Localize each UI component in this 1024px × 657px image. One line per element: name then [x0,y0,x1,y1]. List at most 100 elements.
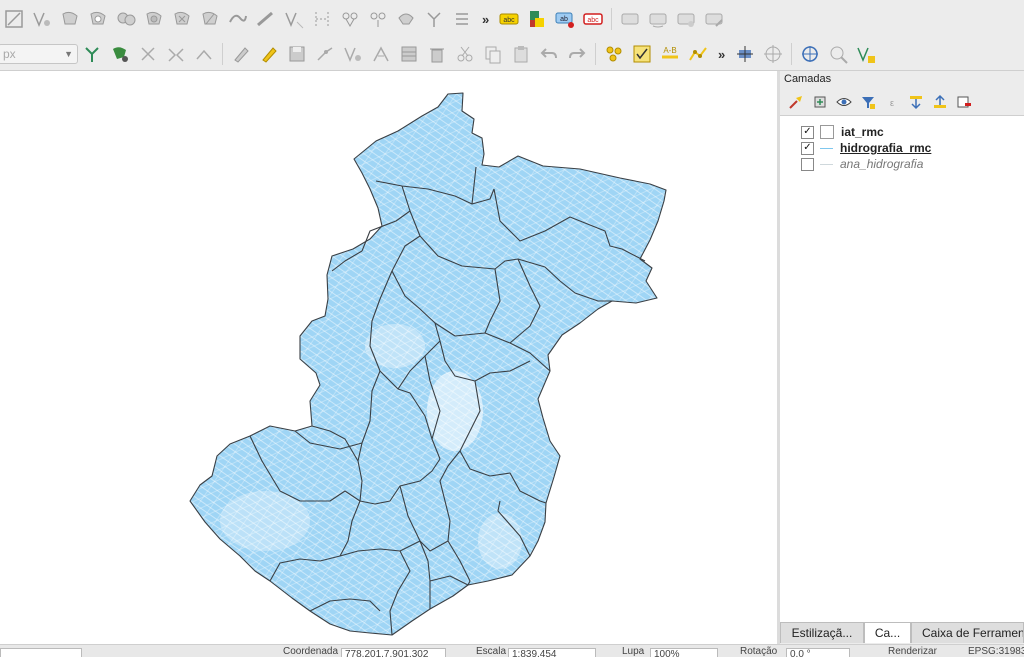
toggle-edit-icon[interactable] [257,42,281,66]
add-ring-icon[interactable] [86,7,110,31]
layer-name: iat_rmc [841,125,884,139]
label-props-icon[interactable] [702,7,726,31]
label-tool-icon[interactable]: abc [497,7,521,31]
toolbar-more-button[interactable]: » [718,47,725,62]
change-label-icon[interactable] [674,7,698,31]
select-ab-icon[interactable]: A-B [658,42,682,66]
rotate-point-icon[interactable] [394,7,418,31]
add-vector-point-icon[interactable] [854,42,878,66]
toolbar-more-button[interactable]: » [482,12,489,27]
delete-ring-icon[interactable] [170,7,194,31]
layer-visibility-checkbox[interactable]: ✓ [801,125,814,139]
visibility-eye-icon[interactable] [834,92,854,112]
filter-expression-icon[interactable]: ε [882,92,902,112]
panel-tabs: Estilizaçã... Ca... Caixa de Ferrament [780,622,1024,644]
redo-icon[interactable] [565,42,589,66]
render-label[interactable]: Renderizar [888,646,937,657]
polygon-symbol-icon [820,125,834,139]
select-features-icon[interactable] [602,42,626,66]
georeference-icon[interactable] [798,42,822,66]
rotate-label-icon[interactable] [646,7,670,31]
cut-features-icon[interactable] [453,42,477,66]
crs-label[interactable]: EPSG:31983 [968,646,1024,657]
tab-styling[interactable]: Estilizaçã... [780,622,864,643]
edit-pencil-icon[interactable] [229,42,253,66]
select-line-icon[interactable] [686,42,710,66]
unit-combo[interactable]: px ▼ [0,44,78,64]
snap-icon[interactable] [80,42,104,66]
svg-text:A-B: A-B [663,46,676,55]
save-edits-icon[interactable] [285,42,309,66]
chevron-down-icon: ▼ [64,49,73,59]
paste-features-icon[interactable] [509,42,533,66]
svg-text:abc: abc [504,17,516,24]
split-parts-icon[interactable] [310,7,334,31]
layer-row-ana-hidrografia[interactable]: ana_hidrografia [780,156,1024,172]
cut-lines-icon[interactable] [136,42,160,66]
attribute-table-icon[interactable] [397,42,421,66]
add-polygon-icon[interactable] [341,42,365,66]
collapse-all-icon[interactable] [930,92,950,112]
add-group-icon[interactable] [810,92,830,112]
map-render[interactable] [0,71,777,644]
vertex-tool-icon[interactable] [369,42,393,66]
trim-icon[interactable] [164,42,188,66]
crosshair-icon[interactable] [761,42,785,66]
layers-panel-title: Camadas [784,73,832,85]
layer-visibility-checkbox[interactable]: ✓ [801,141,814,155]
digitize-icon[interactable] [2,7,26,31]
delete-selected-icon[interactable] [425,42,449,66]
highlight-label-icon[interactable]: abc [581,7,605,31]
line-symbol-icon [820,147,833,149]
merge-attributes-icon[interactable] [366,7,390,31]
reshape-icon[interactable] [226,7,250,31]
node-tool-icon[interactable] [58,7,82,31]
toolbar-separator [595,43,596,65]
layer-visibility-checkbox[interactable] [801,157,814,171]
extend-icon[interactable] [192,42,216,66]
style-manager-icon[interactable] [786,92,806,112]
add-point-icon[interactable] [826,42,850,66]
fill-ring-icon[interactable] [142,7,166,31]
tab-layers[interactable]: Ca... [864,622,911,643]
undo-icon[interactable] [537,42,561,66]
simplify-icon[interactable] [422,7,446,31]
add-feature-icon[interactable] [30,7,54,31]
digitize-line-icon[interactable] [313,42,337,66]
pan-icon[interactable] [733,42,757,66]
merge-features-icon[interactable] [338,7,362,31]
coordinate-label: Coordenada [283,646,339,657]
expand-all-icon[interactable] [906,92,926,112]
pin-label-icon[interactable]: ab [553,7,577,31]
move-label-icon[interactable] [618,7,642,31]
layer-name: hidrografia_rmc [840,141,932,155]
diagram-icon[interactable] [525,7,549,31]
hydrography-layer [190,93,666,635]
scale-label: Escala [476,646,507,657]
toolbar-separator [222,43,223,65]
select-by-value-icon[interactable] [630,42,654,66]
layer-row-hidrografia-rmc[interactable]: ✓ hidrografia_rmc [780,140,1024,156]
layer-row-iat-rmc[interactable]: ✓ iat_rmc [780,124,1024,140]
line-symbol-icon [820,163,833,165]
layers-panel-toolbar: ε [784,91,976,113]
svg-text:abc: abc [588,17,600,24]
topology-icon[interactable] [108,42,132,66]
filter-icon[interactable] [858,92,878,112]
offset-curve-icon[interactable] [254,7,278,31]
list-icon[interactable] [450,7,474,31]
toolbar-separator [791,43,793,65]
remove-layer-icon[interactable] [954,92,974,112]
layers-panel: Camadas ε ✓ iat_rmc ✓ hidrografia_rmc an… [780,71,1024,644]
tab-processing-toolbox[interactable]: Caixa de Ferrament [911,622,1024,643]
map-canvas[interactable] [0,71,777,644]
layer-name: ana_hidrografia [840,157,924,171]
layer-tree[interactable]: ✓ iat_rmc ✓ hidrografia_rmc ana_hidrogra… [780,115,1024,624]
delete-part-icon[interactable] [198,7,222,31]
rotation-label: Rotação [740,646,778,657]
copy-features-icon[interactable] [481,42,505,66]
status-bar: Coordenada 778.201,7.901.302 Escala 1:83… [0,644,1024,657]
digitizing-toolbar: » abc ab abc [0,0,1024,39]
add-part-icon[interactable] [114,7,138,31]
split-features-icon[interactable] [282,7,306,31]
